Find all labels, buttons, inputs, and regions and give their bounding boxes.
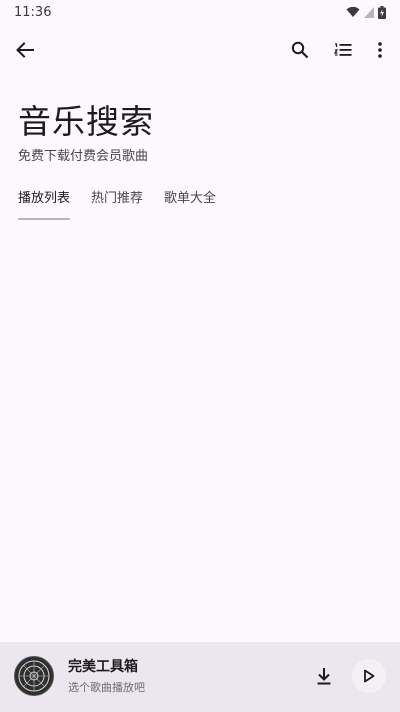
play-icon [364,669,375,683]
toolbar [0,28,400,72]
page-subtitle: 免费下载付费会员歌曲 [18,149,149,164]
tab-hot-recommend[interactable]: 热门推荐 [91,186,143,220]
status-time: 11:36 [14,4,52,20]
tab-playlist[interactable]: 播放列表 [18,186,71,220]
arrow-left-icon [16,42,34,58]
header: 音乐搜索 免费下载付费会员歌曲 [18,100,154,166]
back-button[interactable] [3,28,47,72]
tab-song-lists[interactable]: 歌单大全 [164,186,216,220]
status-icons [346,5,386,19]
status-bar: 11:36 [0,0,400,24]
search-button[interactable] [278,28,322,72]
play-button[interactable] [352,659,386,693]
wifi-icon [346,6,360,17]
playlist-icon [334,43,352,56]
page-title: 音乐搜索 [18,102,154,141]
more-vert-icon [378,42,382,58]
album-art-icon [18,660,50,692]
download-button[interactable] [310,662,338,690]
album-cover[interactable] [14,656,54,696]
tab-bar: 播放列表 热门推荐 歌单大全 [18,186,237,220]
mini-player: 完美工具箱 选个歌曲播放吧 [0,642,400,712]
more-options-button[interactable] [358,28,400,72]
player-subtitle: 选个歌曲播放吧 [68,681,145,694]
search-icon [291,41,309,59]
download-icon [317,668,331,685]
signal-icon [364,6,374,18]
player-title: 完美工具箱 [68,659,138,675]
battery-icon [378,5,386,19]
